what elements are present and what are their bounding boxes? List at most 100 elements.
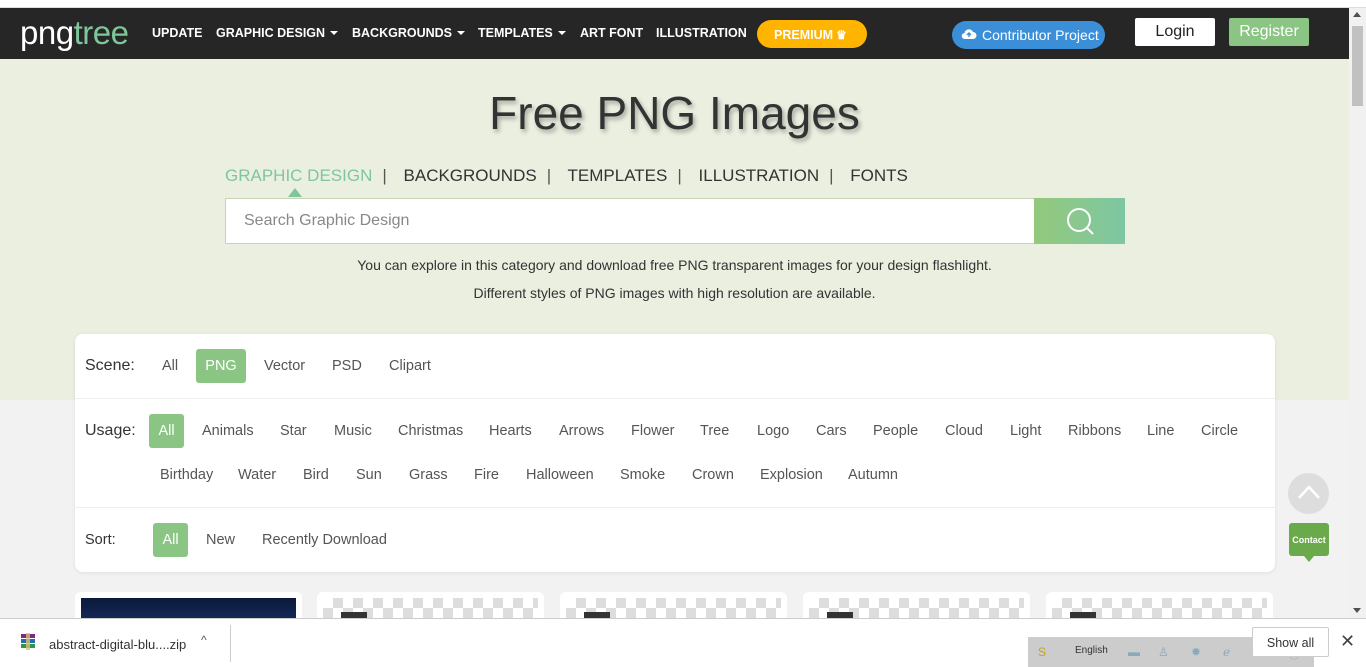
nav-templates-label: TEMPLATES — [478, 26, 553, 40]
tab-separator: | — [829, 166, 834, 185]
sort-recently-download[interactable]: Recently Download — [262, 532, 387, 548]
scrollbar-thumb[interactable] — [1352, 26, 1363, 106]
close-icon[interactable]: ✕ — [1340, 631, 1355, 652]
page-scrollbar[interactable] — [1349, 8, 1366, 618]
nav-graphic-design[interactable]: GRAPHIC DESIGN — [216, 26, 339, 40]
usage-ribbons[interactable]: Ribbons — [1068, 423, 1121, 439]
caret-down-icon — [330, 31, 339, 35]
usage-bird[interactable]: Bird — [303, 467, 329, 483]
download-filename[interactable]: abstract-digital-blu....zip — [49, 637, 186, 652]
usage-cloud[interactable]: Cloud — [945, 423, 983, 439]
usage-flower[interactable]: Flower — [631, 423, 675, 439]
usage-grass[interactable]: Grass — [409, 467, 448, 483]
usage-light[interactable]: Light — [1010, 423, 1041, 439]
crown-icon: ♛ — [836, 28, 847, 42]
contributor-label: Contributor Project — [982, 27, 1099, 43]
contributor-project-button[interactable]: Contributor Project — [952, 21, 1105, 49]
nav-art-font[interactable]: ART FONT — [580, 26, 643, 40]
browser-icon[interactable]: ℯ — [1223, 645, 1237, 659]
caret-down-icon — [557, 31, 566, 35]
tab-separator: | — [382, 166, 387, 185]
scroll-down-arrow-icon[interactable] — [1353, 608, 1361, 613]
usage-halloween[interactable]: Halloween — [526, 467, 594, 483]
usage-sun[interactable]: Sun — [356, 467, 382, 483]
logo-text-tree: tree — [73, 14, 129, 51]
usage-circle[interactable]: Circle — [1201, 423, 1238, 439]
scene-png[interactable]: PNG — [196, 349, 246, 383]
keyboard-icon[interactable]: ▬ — [1128, 645, 1142, 659]
nav-backgrounds[interactable]: BACKGROUNDS — [352, 26, 465, 40]
usage-water[interactable]: Water — [238, 467, 276, 483]
tab-separator: | — [546, 166, 552, 185]
usage-birthday[interactable]: Birthday — [160, 467, 213, 483]
tab-templates[interactable]: TEMPLATES — [568, 166, 668, 185]
usage-people[interactable]: People — [873, 423, 918, 439]
pngtree-logo[interactable]: pngtree — [20, 14, 129, 52]
top-navbar: pngtree UPDATE GRAPHIC DESIGN BACKGROUND… — [0, 8, 1349, 59]
chevron-up-icon[interactable]: ^ — [201, 633, 207, 647]
contact-button[interactable]: Contact — [1289, 523, 1329, 562]
show-all-button[interactable]: Show all — [1252, 627, 1329, 657]
scene-psd[interactable]: PSD — [332, 358, 362, 374]
premium-button[interactable]: PREMIUM ♛ — [757, 20, 867, 48]
tab-illustration[interactable]: ILLUSTRATION — [699, 166, 820, 185]
scene-clipart[interactable]: Clipart — [389, 358, 431, 374]
usage-label: Usage: — [85, 422, 136, 439]
divider — [75, 398, 1275, 399]
description-line-2: Different styles of PNG images with high… — [473, 285, 876, 301]
tab-graphic-design[interactable]: GRAPHIC DESIGN — [225, 166, 372, 185]
usage-arrows[interactable]: Arrows — [559, 423, 604, 439]
language-label[interactable]: English — [1075, 645, 1108, 656]
search-icon — [1067, 208, 1094, 235]
usage-line[interactable]: Line — [1147, 423, 1174, 439]
settings-icon[interactable]: ✹ — [1191, 645, 1205, 659]
logo-text-png: png — [20, 14, 74, 51]
cloud-upload-icon — [961, 29, 977, 40]
scene-all[interactable]: All — [162, 358, 178, 374]
usage-explosion[interactable]: Explosion — [760, 467, 823, 483]
scroll-up-arrow-icon[interactable] — [1353, 12, 1361, 17]
usage-star[interactable]: Star — [280, 423, 307, 439]
usage-fire[interactable]: Fire — [474, 467, 499, 483]
skin-icon[interactable]: ♙ — [1158, 645, 1172, 659]
description-line-1: You can explore in this category and dow… — [357, 257, 992, 273]
usage-crown[interactable]: Crown — [692, 467, 734, 483]
tab-backgrounds[interactable]: BACKGROUNDS — [404, 166, 537, 185]
filter-panel: Scene: All PNG Vector PSD Clipart Usage:… — [75, 334, 1275, 572]
register-button[interactable]: Register — [1229, 18, 1309, 46]
search-input[interactable] — [226, 199, 1034, 243]
usage-animals[interactable]: Animals — [202, 423, 254, 439]
usage-autumn[interactable]: Autumn — [848, 467, 898, 483]
usage-tree[interactable]: Tree — [700, 423, 729, 439]
caret-down-icon — [457, 31, 465, 35]
premium-label: PREMIUM — [774, 28, 834, 42]
chevron-up-icon — [1298, 485, 1320, 499]
active-tab-indicator — [288, 188, 302, 197]
sort-new[interactable]: New — [206, 532, 235, 548]
browser-top-strip — [0, 0, 1366, 8]
search-box — [225, 198, 1035, 244]
search-button[interactable] — [1034, 198, 1125, 244]
nav-templates[interactable]: TEMPLATES — [478, 26, 566, 40]
divider — [230, 625, 231, 662]
tab-fonts[interactable]: FONTS — [850, 166, 908, 185]
nav-backgrounds-label: BACKGROUNDS — [352, 26, 452, 40]
input-method-icon[interactable]: Ѕ — [1038, 645, 1052, 659]
usage-hearts[interactable]: Hearts — [489, 423, 532, 439]
archive-file-icon[interactable] — [20, 633, 36, 651]
usage-cars[interactable]: Cars — [816, 423, 847, 439]
sort-all[interactable]: All — [153, 523, 188, 557]
usage-music[interactable]: Music — [334, 423, 372, 439]
divider — [75, 507, 1275, 508]
nav-update[interactable]: UPDATE — [152, 26, 202, 40]
nav-illustration[interactable]: ILLUSTRATION — [656, 26, 747, 40]
usage-logo[interactable]: Logo — [757, 423, 789, 439]
back-to-top-button[interactable] — [1288, 473, 1329, 514]
login-button[interactable]: Login — [1135, 18, 1215, 46]
usage-all[interactable]: All — [149, 414, 184, 448]
usage-smoke[interactable]: Smoke — [620, 467, 665, 483]
tab-separator: | — [677, 166, 682, 185]
scene-vector[interactable]: Vector — [264, 358, 305, 374]
download-bar: abstract-digital-blu....zip ^ Ѕ English … — [0, 618, 1366, 667]
usage-christmas[interactable]: Christmas — [398, 423, 463, 439]
